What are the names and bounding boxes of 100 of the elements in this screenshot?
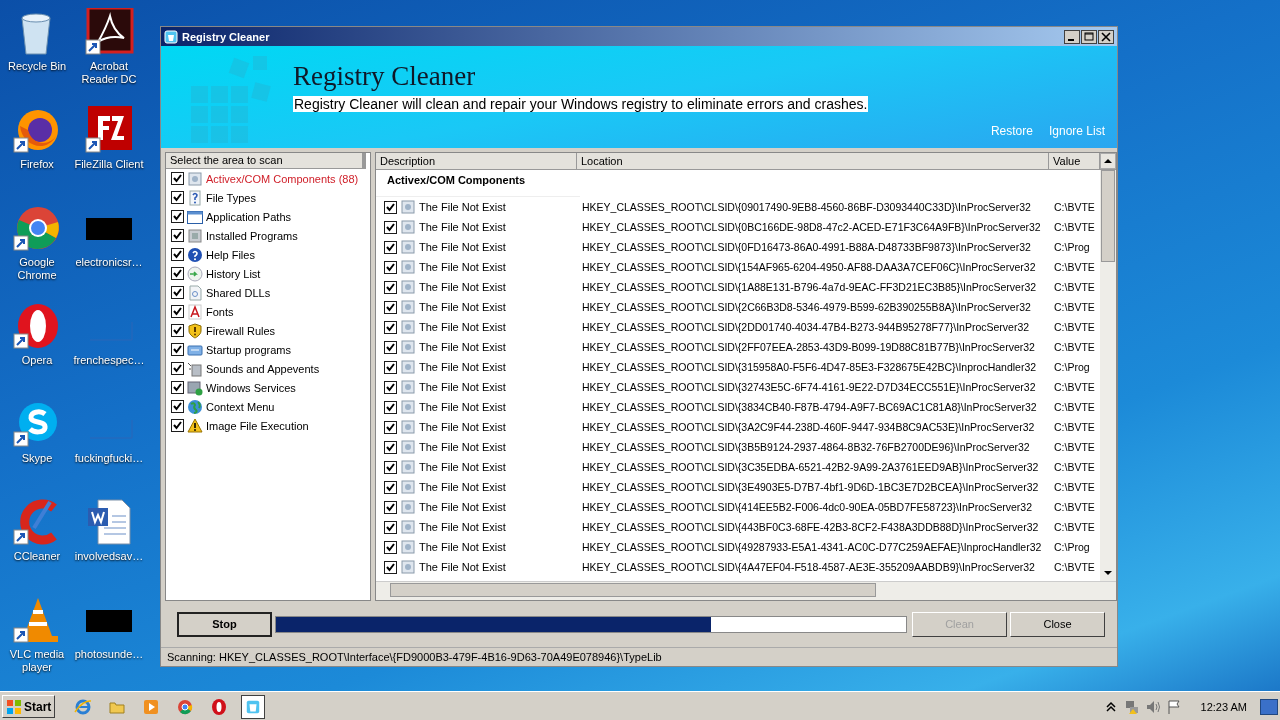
desktop-icon-label[interactable]: Firefox: [1, 158, 73, 171]
checkbox[interactable]: [171, 305, 184, 318]
flag-icon[interactable]: [1165, 698, 1182, 715]
show-desktop-button[interactable]: [1260, 698, 1278, 715]
table-cell-text: C:\BVTE: [1053, 561, 1096, 573]
table-cell-text: C:\Prog: [1053, 541, 1091, 553]
checkbox[interactable]: [171, 419, 184, 432]
desktop-icon-label[interactable]: FileZilla Client: [73, 158, 145, 171]
checkbox[interactable]: [384, 500, 397, 514]
checkbox[interactable]: [171, 248, 184, 261]
start-button[interactable]: Start: [2, 695, 56, 718]
checkbox[interactable]: [171, 267, 184, 280]
checkbox[interactable]: [384, 520, 397, 534]
checkbox[interactable]: [384, 280, 397, 294]
checkbox[interactable]: [384, 200, 397, 214]
scan-area-item[interactable]: Image File Execution: [206, 419, 309, 432]
taskbar-app-button[interactable]: [241, 694, 266, 719]
scan-area-item[interactable]: Context Menu: [206, 400, 275, 413]
checkbox[interactable]: [171, 229, 184, 242]
checkbox[interactable]: [171, 172, 184, 185]
checkbox[interactable]: [171, 191, 184, 204]
close-button[interactable]: Close: [1010, 611, 1105, 637]
scan-area-item[interactable]: Shared DLLs: [206, 286, 271, 299]
desktop-icon-label[interactable]: Opera: [1, 354, 73, 367]
scan-area-item[interactable]: Windows Services: [206, 381, 296, 394]
column-header[interactable]: Location: [577, 153, 1049, 169]
checkbox[interactable]: [384, 320, 397, 334]
chrome-icon[interactable]: [12, 204, 62, 252]
checkbox[interactable]: [171, 362, 184, 375]
table-cell-text: HKEY_CLASSES_ROOT\CLSID\{414EE5B2-F006-4dc0-90EA-05BD7FE58723}\InProcServer32: [581, 501, 1033, 513]
windows-logo-icon: [6, 698, 22, 715]
desktop-icon-label[interactable]: electronicsr…: [73, 256, 145, 269]
desktop-icon-label[interactable]: frenchespec…: [73, 354, 145, 367]
filezilla-icon[interactable]: [84, 106, 134, 154]
desktop-icon-label[interactable]: involvedsav…: [73, 550, 145, 563]
checkbox[interactable]: [171, 343, 184, 356]
checkbox[interactable]: [384, 440, 397, 454]
column-header[interactable]: Description: [376, 153, 577, 169]
table-cell-text: HKEY_CLASSES_ROOT\CLSID\{4A47EF04-F518-4587-AE3E-355209AABDB9}\InProcServer32: [581, 561, 1036, 573]
desktop-icon-label[interactable]: VLC media player: [1, 648, 73, 674]
checkbox[interactable]: [384, 560, 397, 574]
vertical-scrollbar[interactable]: [1100, 170, 1116, 581]
desktop-icon-label[interactable]: Google Chrome: [1, 256, 73, 282]
checkbox[interactable]: [384, 300, 397, 314]
pdf-icon[interactable]: [84, 8, 134, 56]
scrollbar-thumb[interactable]: [390, 583, 876, 597]
checkbox[interactable]: [384, 220, 397, 234]
close-button[interactable]: [1098, 29, 1114, 44]
checkbox[interactable]: [171, 210, 184, 223]
status-bar: Scanning: HKEY_CLASSES_ROOT\Interface\{FD9000B3-479F-4B16-9D63-70A49E078946}\TypeLib: [161, 647, 1117, 666]
scan-area-item[interactable]: Sounds and Appevents: [206, 362, 320, 375]
horizontal-scrollbar[interactable]: [376, 581, 1116, 600]
scrollbar-thumb[interactable]: [1101, 170, 1115, 262]
table-cell-text: HKEY_CLASSES_ROOT\CLSID\{2DD01740-4034-47B4-B273-944B95278F77}\InProcServer32: [581, 321, 1031, 333]
checkbox[interactable]: [171, 381, 184, 394]
desktop-icon-label[interactable]: Skype: [1, 452, 73, 465]
checkbox[interactable]: [384, 460, 397, 474]
checkbox[interactable]: [384, 340, 397, 354]
checkbox[interactable]: [384, 240, 397, 254]
table-cell-text: HKEY_CLASSES_ROOT\CLSID\{09017490-9EB8-4560-86BF-D3093440C33D}\InProcServer32: [581, 201, 1032, 213]
checkbox[interactable]: [384, 400, 397, 414]
checkbox[interactable]: [384, 260, 397, 274]
desktop-icon-label[interactable]: Recycle Bin: [1, 60, 73, 73]
table-cell-text: HKEY_CLASSES_ROOT\CLSID\{3C35EDBA-6521-42B2-9A99-2A3761EED9AB}\InProcServer32: [581, 461, 1040, 473]
clock[interactable]: 12:23 AM: [1200, 700, 1247, 713]
checkbox[interactable]: [171, 286, 184, 299]
desktop-icon-label[interactable]: CCleaner: [1, 550, 73, 563]
desktop-icon-label[interactable]: Acrobat Reader DC: [73, 60, 145, 86]
component-icon: [400, 379, 416, 395]
table-cell-text: C:\BVTE: [1053, 441, 1096, 453]
scan-area-item[interactable]: Activex/COM Components (88): [206, 172, 359, 185]
scan-area-item[interactable]: History List: [206, 267, 261, 280]
checkbox[interactable]: [171, 400, 184, 413]
scan-area-item[interactable]: File Types: [206, 191, 256, 204]
desktop-icon-label[interactable]: photosunde…: [73, 648, 145, 661]
table-cell-text: HKEY_CLASSES_ROOT\CLSID\{443BF0C3-68FE-42B3-8CF2-F438A3DDB88D}\InProcServer32: [581, 521, 1040, 533]
scan-area-item[interactable]: Installed Programs: [206, 229, 298, 242]
checkbox[interactable]: [384, 480, 397, 494]
stop-button[interactable]: Stop: [177, 611, 272, 637]
checkbox[interactable]: [171, 324, 184, 337]
checkbox[interactable]: [384, 360, 397, 374]
component-icon: [400, 339, 416, 355]
component-icon: [400, 259, 416, 275]
table-cell: The File Not Exist: [419, 521, 506, 533]
checkbox[interactable]: [384, 420, 397, 434]
checkbox[interactable]: [384, 540, 397, 554]
scan-area-item[interactable]: Application Paths: [206, 210, 291, 223]
table-cell: The File Not Exist: [419, 361, 506, 373]
scan-area-item[interactable]: Fonts: [206, 305, 234, 318]
component-icon: [400, 239, 416, 255]
media-player-icon: [142, 697, 161, 716]
speaker-icon: [187, 360, 203, 377]
maximize-button[interactable]: [1081, 29, 1097, 44]
scan-area-item[interactable]: Firewall Rules: [206, 324, 276, 337]
checkbox[interactable]: [384, 380, 397, 394]
scan-area-item[interactable]: Help Files: [206, 248, 255, 261]
desktop-icon-label[interactable]: fuckingfucki…: [73, 452, 145, 465]
scan-area-item[interactable]: Startup programs: [206, 343, 291, 356]
component-icon: [400, 359, 416, 375]
minimize-button[interactable]: [1064, 29, 1080, 44]
